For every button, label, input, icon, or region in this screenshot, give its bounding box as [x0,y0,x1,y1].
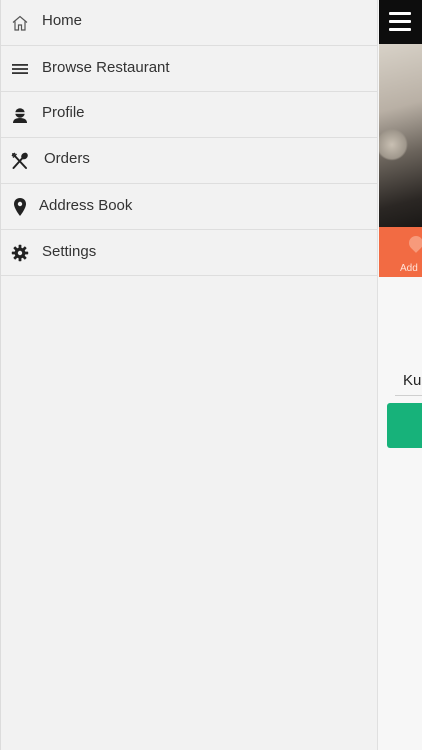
navigation-drawer: Home Browse Restaurant Profile Orders Ad… [0,0,378,750]
search-button[interactable] [387,403,422,448]
menu-label-browse-restaurant: Browse Restaurant [42,59,170,76]
menu-lines-icon [10,59,30,79]
menu-item-profile[interactable]: Profile [1,92,377,138]
user-icon [10,105,30,125]
menu-label-profile: Profile [42,104,85,121]
menu-label-home: Home [42,12,83,29]
menu-label-settings: Settings [42,243,97,260]
menu-item-orders[interactable]: Orders [1,138,377,184]
location-pin-icon [10,197,30,217]
menu-label-address-book: Address Book [39,197,133,214]
menu-item-home[interactable]: Home [1,0,377,46]
menu-item-browse-restaurant[interactable]: Browse Restaurant [1,46,377,92]
menu-label-orders: Orders [44,150,90,167]
menu-item-address-book[interactable]: Address Book [1,184,377,230]
hamburger-menu-icon[interactable] [389,12,411,32]
gear-icon [10,243,30,263]
fork-spoon-icon [10,151,30,171]
input-underline [395,395,422,396]
location-bar-label: Add [400,263,418,274]
hero-image [379,44,422,227]
location-input[interactable]: Ku [403,372,421,389]
menu-item-settings[interactable]: Settings [1,230,377,276]
home-icon [10,13,30,33]
